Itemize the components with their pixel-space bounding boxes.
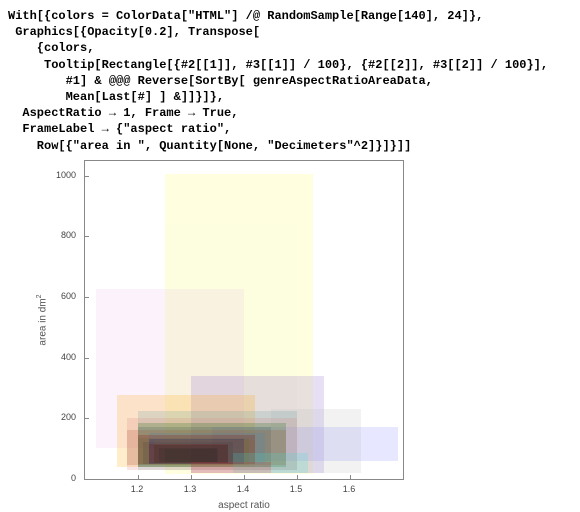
y-tick-mark xyxy=(85,176,89,177)
x-tick-mark xyxy=(297,475,298,479)
y-tick-mark xyxy=(85,297,89,298)
plot-area xyxy=(84,160,404,480)
x-axis-label: aspect ratio xyxy=(84,500,404,511)
y-tick-label: 400 xyxy=(40,352,76,362)
y-tick-label: 200 xyxy=(40,412,76,422)
code-line: Mean[Last[#] ] &]]}]}, xyxy=(8,90,224,104)
y-tick-label: 800 xyxy=(40,230,76,240)
data-rectangle xyxy=(165,449,218,462)
code-block: With[{colors = ColorData["HTML"] /@ Rand… xyxy=(8,8,572,154)
y-tick-mark xyxy=(85,418,89,419)
x-tick-mark xyxy=(350,475,351,479)
code-line: #1] & @@@ Reverse[SortBy[ genreAspectRat… xyxy=(8,74,433,88)
x-tick-label: 1.6 xyxy=(343,484,356,494)
chart-container: area in dm2 02004006008001000 1.21.31.41… xyxy=(40,160,400,480)
x-tick-label: 1.5 xyxy=(290,484,303,494)
y-tick-mark xyxy=(85,358,89,359)
x-tick-mark xyxy=(191,475,192,479)
x-tick-label: 1.3 xyxy=(184,484,197,494)
y-axis: 0 200 400 600 800 1000 xyxy=(40,160,80,480)
code-line: FrameLabel → {"aspect ratio", xyxy=(8,122,231,136)
code-line: AspectRatio → 1, Frame → True, xyxy=(8,106,238,120)
data-rectangle xyxy=(191,462,271,473)
code-line: Graphics[{Opacity[0.2], Transpose[ xyxy=(8,25,260,39)
code-line: With[{colors = ColorData["HTML"] /@ Rand… xyxy=(8,9,483,23)
y-tick-mark xyxy=(85,236,89,237)
y-tick-label: 0 xyxy=(40,473,76,483)
x-tick-label: 1.4 xyxy=(237,484,250,494)
code-line: {colors, xyxy=(8,41,94,55)
x-tick-mark xyxy=(244,475,245,479)
y-tick-label: 600 xyxy=(40,291,76,301)
x-tick-label: 1.2 xyxy=(131,484,144,494)
code-line: Row[{"area in ", Quantity[None, "Decimet… xyxy=(8,139,411,153)
code-line: Tooltip[Rectangle[{#2[[1]], #3[[1]] / 10… xyxy=(8,58,548,72)
y-tick-label: 1000 xyxy=(40,170,76,180)
x-tick-mark xyxy=(138,475,139,479)
